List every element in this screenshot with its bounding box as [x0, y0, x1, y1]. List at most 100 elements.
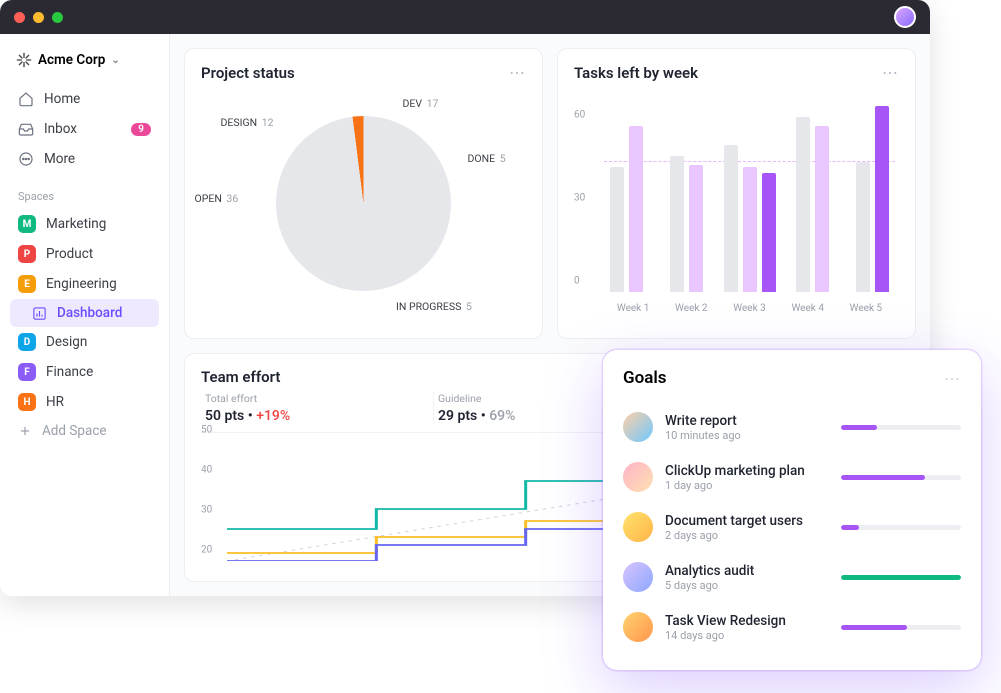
add-space-label: Add Space	[42, 423, 107, 439]
goal-avatar	[623, 562, 653, 592]
card-menu-button[interactable]: ⋯	[509, 63, 526, 82]
space-item-marketing[interactable]: M Marketing	[10, 209, 159, 239]
nav-label: Inbox	[44, 121, 77, 137]
space-item-finance[interactable]: FFinance	[10, 357, 159, 387]
bar	[875, 106, 889, 292]
goal-item[interactable]: ClickUp marketing plan 1 day ago	[623, 452, 961, 502]
y-tick: 20	[201, 545, 212, 556]
spaces-section-label: Spaces	[18, 190, 159, 203]
titlebar	[0, 0, 930, 34]
bar	[724, 145, 738, 292]
space-item-design[interactable]: D Design	[10, 327, 159, 357]
nav-more[interactable]: More	[10, 144, 159, 174]
bar-group	[790, 98, 836, 292]
card-title: Team effort	[201, 368, 280, 386]
goal-item[interactable]: Document target users 2 days ago	[623, 502, 961, 552]
minimize-icon[interactable]	[33, 12, 44, 23]
space-label: Engineering	[46, 276, 117, 292]
metric: Total effort 50 pts • +19%	[201, 392, 434, 424]
goal-title: Analytics audit	[665, 563, 829, 579]
bar	[856, 162, 870, 292]
goal-avatar	[623, 512, 653, 542]
goals-title: Goals	[623, 368, 667, 388]
inbox-badge: 9	[131, 123, 151, 136]
space-label: Marketing	[46, 216, 106, 232]
y-tick: 60	[574, 109, 585, 120]
dashboard-icon	[32, 306, 47, 321]
x-label: Week 4	[779, 303, 837, 314]
space-icon: M	[18, 215, 36, 233]
nav-label: Home	[44, 91, 80, 107]
goal-info: Document target users 2 days ago	[665, 513, 829, 542]
card-title: Tasks left by week	[574, 64, 698, 82]
chevron-down-icon: ⌄	[111, 55, 119, 66]
space-label: HR	[46, 394, 64, 410]
bar	[796, 117, 810, 292]
pie-label: IN PROGRESS 5	[396, 300, 472, 313]
goal-title: Write report	[665, 413, 829, 429]
goal-time: 10 minutes ago	[665, 429, 829, 442]
space-icon: P	[18, 245, 36, 263]
goal-item[interactable]: Write report 10 minutes ago	[623, 402, 961, 452]
space-item-engineering[interactable]: EEngineering	[10, 269, 159, 299]
goals-card: Goals ⋯ Write report 10 minutes ago Clic…	[603, 350, 981, 670]
goal-title: Document target users	[665, 513, 829, 529]
workspace-switcher[interactable]: Acme Corp ⌄	[10, 48, 159, 72]
goal-title: ClickUp marketing plan	[665, 463, 829, 479]
bar	[629, 126, 643, 292]
bar-group	[604, 98, 650, 292]
card-menu-button[interactable]: ⋯	[882, 63, 899, 82]
x-label: Week 1	[604, 303, 662, 314]
nav-home[interactable]: Home	[10, 84, 159, 114]
goal-avatar	[623, 612, 653, 642]
x-label: Week 3	[720, 303, 778, 314]
project-status-card: Project status ⋯ OPEN 36DESIGN 12DEV 17D…	[184, 48, 543, 339]
pie-label: DESIGN 12	[221, 116, 274, 129]
goal-time: 1 day ago	[665, 479, 829, 492]
space-icon: H	[18, 393, 36, 411]
space-item-product[interactable]: PProduct	[10, 239, 159, 269]
bar	[743, 167, 757, 292]
goal-progress	[841, 625, 961, 630]
goals-menu-button[interactable]: ⋯	[944, 369, 961, 388]
pie-chart: OPEN 36DESIGN 12DEV 17DONE 5IN PROGRESS …	[201, 88, 526, 318]
goal-title: Task View Redesign	[665, 613, 829, 629]
space-item-hr[interactable]: H HR	[10, 387, 159, 417]
metric-value: 50 pts • +19%	[205, 408, 433, 424]
space-icon: D	[18, 333, 36, 351]
bar	[610, 167, 624, 292]
goal-info: ClickUp marketing plan 1 day ago	[665, 463, 829, 492]
user-avatar[interactable]	[894, 6, 916, 28]
close-icon[interactable]	[14, 12, 25, 23]
pie-label: DONE 5	[468, 152, 506, 165]
bar	[670, 156, 684, 292]
maximize-icon[interactable]	[52, 12, 63, 23]
goal-time: 14 days ago	[665, 629, 829, 642]
metric-label: Total effort	[205, 392, 433, 405]
bar-group	[849, 98, 895, 292]
bar-chart: 03060 Week 1Week 2Week 3Week 4Week 5	[574, 88, 899, 318]
y-tick: 50	[201, 425, 212, 436]
nav-label: More	[44, 151, 75, 167]
plus-icon	[18, 424, 32, 438]
goal-item[interactable]: Task View Redesign 14 days ago	[623, 602, 961, 652]
sidebar: Acme Corp ⌄ Home Inbox 9 More Spaces M Ma…	[0, 34, 170, 596]
nav-inbox[interactable]: Inbox 9	[10, 114, 159, 144]
goal-progress	[841, 425, 961, 430]
goal-info: Task View Redesign 14 days ago	[665, 613, 829, 642]
sidebar-dashboard[interactable]: Dashboard	[10, 299, 159, 327]
goal-progress	[841, 525, 961, 530]
bar-group	[664, 98, 710, 292]
goal-item[interactable]: Analytics audit 5 days ago	[623, 552, 961, 602]
y-tick: 40	[201, 465, 212, 476]
space-label: Design	[46, 334, 87, 350]
workspace-name: Acme Corp	[38, 52, 105, 68]
add-space-button[interactable]: Add Space	[10, 417, 159, 445]
bar	[689, 165, 703, 292]
tasks-left-card: Tasks left by week ⋯ 03060 Week 1Week 2W…	[557, 48, 916, 339]
bar-group	[724, 98, 776, 292]
bar	[762, 173, 776, 292]
x-label: Week 2	[662, 303, 720, 314]
space-icon: F	[18, 363, 36, 381]
pie-label: OPEN 36	[195, 192, 239, 205]
